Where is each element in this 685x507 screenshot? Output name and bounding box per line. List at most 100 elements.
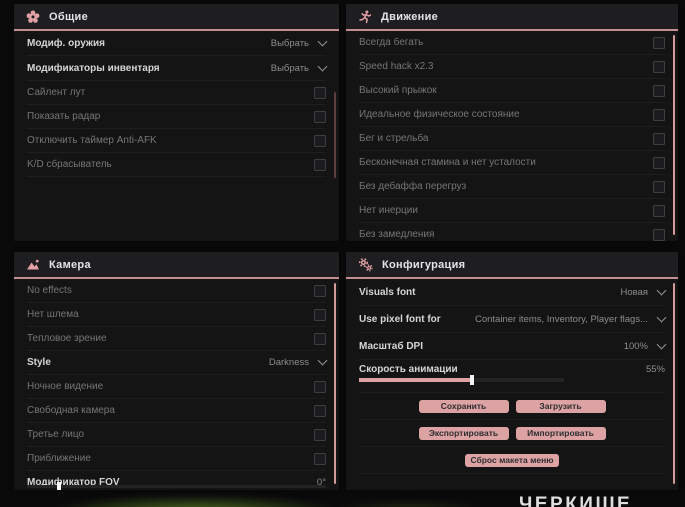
speed-hack-checkbox[interactable] bbox=[653, 60, 665, 73]
night-vision-checkbox[interactable] bbox=[314, 380, 326, 393]
thermal-vision-checkbox[interactable] bbox=[314, 332, 326, 345]
panel-movement-title: Движение bbox=[381, 10, 439, 23]
anim-speed-slider[interactable] bbox=[359, 375, 564, 385]
visuals-font-dropdown[interactable]: Новая bbox=[620, 285, 667, 298]
reset-menu-layout-button[interactable]: Сброс макета меню bbox=[465, 453, 559, 467]
weapon-mod-dropdown[interactable]: Выбрать bbox=[271, 36, 328, 49]
panel-config-header[interactable]: Конфигурация bbox=[346, 252, 678, 279]
visuals-font-row: Visuals font Новая bbox=[359, 279, 667, 306]
panel-movement: Движение Всегда бегать Speed hack x2.3 В… bbox=[346, 4, 678, 241]
speed-hack-row[interactable]: Speed hack x2.3 bbox=[359, 55, 665, 79]
config-buttons-row-1: Сохранить Загрузить bbox=[359, 393, 665, 420]
thermal-vision-row[interactable]: Тепловое зрение bbox=[27, 327, 326, 351]
silent-loot-checkbox[interactable] bbox=[314, 86, 326, 99]
dpi-scale-row: Масштаб DPI 100% bbox=[359, 333, 667, 360]
night-vision-row[interactable]: Ночное видение bbox=[27, 375, 326, 399]
panel-config-title: Конфигурация bbox=[382, 258, 466, 271]
camera-scrollbar[interactable] bbox=[334, 283, 336, 484]
inventory-mod-dropdown[interactable]: Выбрать bbox=[271, 61, 328, 74]
no-inertia-row[interactable]: Нет инерции bbox=[359, 199, 665, 223]
config-buttons-row-2: Экспортировать Импортировать bbox=[359, 420, 665, 447]
grass-blur-background bbox=[55, 496, 335, 507]
panel-camera-header[interactable]: Камера bbox=[14, 252, 339, 279]
anti-afk-checkbox[interactable] bbox=[314, 134, 326, 147]
no-overload-debuff-checkbox[interactable] bbox=[653, 180, 665, 193]
panel-movement-header[interactable]: Движение bbox=[346, 4, 678, 31]
panel-config: Конфигурация Visuals font Новая Use pixe… bbox=[346, 252, 678, 490]
save-button[interactable]: Сохранить bbox=[418, 399, 509, 413]
kd-reset-checkbox[interactable] bbox=[314, 158, 326, 171]
config-buttons-row-3: Сброс макета меню bbox=[359, 447, 665, 474]
always-run-checkbox[interactable] bbox=[653, 36, 665, 49]
anim-slider-handle[interactable] bbox=[469, 375, 474, 385]
silent-loot-row[interactable]: Сайлент лут bbox=[27, 81, 326, 105]
chevron-down-icon bbox=[317, 36, 328, 46]
no-inertia-checkbox[interactable] bbox=[653, 204, 665, 217]
dpi-scale-label: Масштаб DPI bbox=[359, 340, 423, 352]
anim-speed-row: Скорость анимации 55% bbox=[359, 360, 665, 393]
export-button[interactable]: Экспортировать bbox=[418, 426, 509, 440]
panel-camera-title: Камера bbox=[49, 258, 91, 271]
infinite-stamina-row[interactable]: Бесконечная стамина и нет усталости bbox=[359, 151, 665, 175]
high-jump-checkbox[interactable] bbox=[653, 84, 665, 97]
location-name-overlay: ЧЕРКИШЕ bbox=[519, 494, 633, 507]
inventory-mod-row: Модификаторы инвентаря Выбрать bbox=[27, 56, 328, 81]
panel-general: Общие Модиф. оружия Выбрать Модификаторы… bbox=[14, 4, 339, 241]
chevron-down-icon bbox=[656, 285, 667, 295]
panel-general-header[interactable]: Общие bbox=[14, 4, 339, 31]
show-radar-row[interactable]: Показать радар bbox=[27, 105, 326, 129]
kd-reset-row[interactable]: K/D сбрасыватель bbox=[27, 153, 326, 177]
weapon-mod-label: Модиф. оружия bbox=[27, 37, 105, 49]
config-scrollbar[interactable] bbox=[673, 283, 675, 484]
load-button[interactable]: Загрузить bbox=[515, 399, 606, 413]
dpi-scale-dropdown[interactable]: 100% bbox=[624, 339, 667, 352]
import-button[interactable]: Импортировать bbox=[515, 426, 606, 440]
mod-menu-screen: ЧЕРКИШЕ Общие Модиф. оружия Выбрать Моди… bbox=[0, 0, 685, 507]
anim-speed-label: Скорость анимации bbox=[359, 364, 458, 375]
third-person-checkbox[interactable] bbox=[314, 428, 326, 441]
gears-icon bbox=[358, 257, 373, 272]
free-camera-checkbox[interactable] bbox=[314, 404, 326, 417]
high-jump-row[interactable]: Высокий прыжок bbox=[359, 79, 665, 103]
third-person-row[interactable]: Третье лицо bbox=[27, 423, 326, 447]
no-helmet-row[interactable]: Нет шлема bbox=[27, 303, 326, 327]
zoom-row[interactable]: Приближение bbox=[27, 447, 326, 471]
weapon-mod-row: Модиф. оружия Выбрать bbox=[27, 31, 328, 56]
visuals-font-label: Visuals font bbox=[359, 286, 416, 298]
zoom-checkbox[interactable] bbox=[314, 452, 326, 465]
movement-scrollbar[interactable] bbox=[673, 35, 675, 235]
general-scrollbar[interactable] bbox=[334, 92, 336, 178]
inventory-mod-label: Модификаторы инвентаря bbox=[27, 62, 160, 74]
fov-slider-handle[interactable] bbox=[57, 482, 61, 490]
perfect-condition-checkbox[interactable] bbox=[653, 108, 665, 121]
style-dropdown[interactable]: Darkness bbox=[269, 355, 328, 368]
anim-speed-value: 55% bbox=[645, 364, 665, 375]
pixel-font-dropdown[interactable]: Container items, Inventory, Player flags… bbox=[475, 312, 667, 325]
show-radar-checkbox[interactable] bbox=[314, 110, 326, 123]
no-overload-debuff-row[interactable]: Без дебаффа перегруз bbox=[359, 175, 665, 199]
run-and-shoot-checkbox[interactable] bbox=[653, 132, 665, 145]
chevron-down-icon bbox=[317, 355, 328, 366]
runner-icon bbox=[358, 10, 372, 24]
infinite-stamina-checkbox[interactable] bbox=[653, 156, 665, 169]
pixel-font-label: Use pixel font for bbox=[359, 313, 441, 325]
no-helmet-checkbox[interactable] bbox=[314, 308, 326, 321]
no-effects-row[interactable]: No effects bbox=[27, 279, 326, 303]
perfect-condition-row[interactable]: Идеальное физическое состояние bbox=[359, 103, 665, 127]
chevron-down-icon bbox=[656, 339, 667, 349]
flower-icon bbox=[26, 9, 40, 24]
grass-blur-background-2 bbox=[330, 500, 490, 507]
anim-slider-fill bbox=[359, 378, 472, 382]
pixel-font-row: Use pixel font for Container items, Inve… bbox=[359, 306, 667, 333]
image-icon bbox=[26, 258, 40, 272]
anti-afk-row[interactable]: Отключить таймер Anti-AFK bbox=[27, 129, 326, 153]
no-slowdown-row[interactable]: Без замедления bbox=[359, 223, 665, 241]
free-camera-row[interactable]: Свободная камера bbox=[27, 399, 326, 423]
style-label: Style bbox=[27, 357, 51, 368]
panel-general-title: Общие bbox=[49, 10, 89, 23]
run-and-shoot-row[interactable]: Бег и стрельба bbox=[359, 127, 665, 151]
no-slowdown-checkbox[interactable] bbox=[653, 228, 665, 241]
always-run-row[interactable]: Всегда бегать bbox=[359, 31, 665, 55]
fov-slider[interactable] bbox=[27, 482, 326, 490]
no-effects-checkbox[interactable] bbox=[314, 284, 326, 297]
